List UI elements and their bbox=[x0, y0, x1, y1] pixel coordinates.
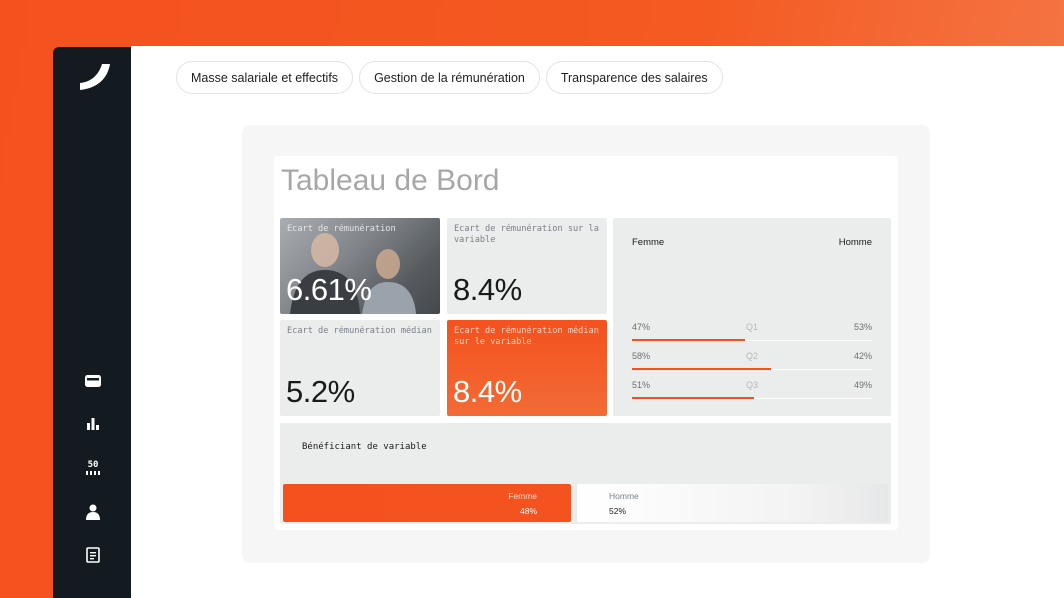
female-header: Femme bbox=[632, 237, 665, 248]
quartile-label: Q2 bbox=[746, 351, 759, 361]
female-label: Femme bbox=[508, 491, 537, 501]
card-label: Ecart de rémunération bbox=[287, 224, 396, 234]
pay-gap-card[interactable]: Ecart de rémunération 6.61% bbox=[280, 218, 440, 314]
user-icon[interactable] bbox=[83, 502, 103, 522]
median-variable-pay-gap-card[interactable]: Ecart de rémunération médian sur le vari… bbox=[447, 320, 607, 416]
index-value: 50 bbox=[87, 460, 99, 470]
tab-masse-salariale[interactable]: Masse salariale et effectifs bbox=[176, 61, 354, 94]
dashboard-frame: Tableau de Bord Ecart de rémunération 6.… bbox=[242, 125, 930, 563]
pay-gap-index-icon[interactable]: 50 bbox=[83, 458, 103, 478]
male-share: 53% bbox=[853, 322, 872, 332]
page-title: Tableau de Bord bbox=[281, 164, 500, 197]
male-value: 52% bbox=[609, 506, 627, 516]
wallet-icon[interactable] bbox=[83, 371, 103, 391]
female-value: 48% bbox=[519, 506, 537, 516]
quartile-row: 47% Q1 53% bbox=[632, 322, 872, 342]
male-share: 49% bbox=[853, 380, 872, 390]
male-header: Homme bbox=[838, 237, 872, 248]
tab-bar: Masse salariale et effectifs Gestion de … bbox=[176, 61, 723, 94]
female-beneficiaries-bar[interactable]: Femme 48% bbox=[283, 484, 571, 522]
variable-beneficiaries-panel: Bénéficiant de variable Femme 48% Homme … bbox=[280, 423, 891, 524]
panel-title: Bénéficiant de variable bbox=[302, 442, 427, 452]
brand-logo-icon[interactable] bbox=[78, 62, 112, 92]
female-share: 47% bbox=[632, 322, 651, 332]
main-area: Masse salariale et effectifs Gestion de … bbox=[131, 46, 1064, 598]
tab-gestion-remuneration[interactable]: Gestion de la rémunération bbox=[359, 61, 540, 94]
dashboard-panel: Tableau de Bord Ecart de rémunération 6.… bbox=[274, 156, 898, 530]
quartile-row: 51% Q3 49% bbox=[632, 380, 872, 400]
bar-chart-icon[interactable] bbox=[83, 414, 103, 434]
male-share: 42% bbox=[853, 351, 872, 361]
card-label: Ecart de rémunération sur la variable bbox=[454, 224, 599, 245]
median-pay-gap-card[interactable]: Ecart de rémunération médian 5.2% bbox=[280, 320, 440, 416]
card-value: 8.4% bbox=[453, 374, 522, 409]
card-value: 6.61% bbox=[286, 272, 372, 307]
card-value: 8.4% bbox=[453, 272, 522, 307]
card-label: Ecart de rémunération médian sur le vari… bbox=[454, 326, 599, 347]
variable-pay-gap-card[interactable]: Ecart de rémunération sur la variable 8.… bbox=[447, 218, 607, 314]
female-share-bar bbox=[632, 368, 772, 370]
female-share: 51% bbox=[632, 380, 651, 390]
sidebar: 50 bbox=[53, 47, 131, 598]
tab-transparence-salaires[interactable]: Transparence des salaires bbox=[545, 61, 723, 94]
male-beneficiaries-bar[interactable]: Homme 52% bbox=[577, 484, 888, 522]
female-share-bar bbox=[632, 339, 745, 341]
quartile-panel: Femme Homme 47% Q1 53% 58% Q2 42% 51% Q3… bbox=[613, 218, 891, 416]
female-share-bar bbox=[632, 397, 755, 399]
card-label: Ecart de rémunération médian bbox=[287, 326, 432, 336]
female-share: 58% bbox=[632, 351, 651, 361]
quartile-label: Q1 bbox=[746, 322, 759, 332]
male-label: Homme bbox=[609, 491, 639, 501]
quartile-row: 58% Q2 42% bbox=[632, 351, 872, 371]
quartile-label: Q3 bbox=[746, 380, 759, 390]
card-value: 5.2% bbox=[286, 374, 355, 409]
document-icon[interactable] bbox=[83, 545, 103, 565]
